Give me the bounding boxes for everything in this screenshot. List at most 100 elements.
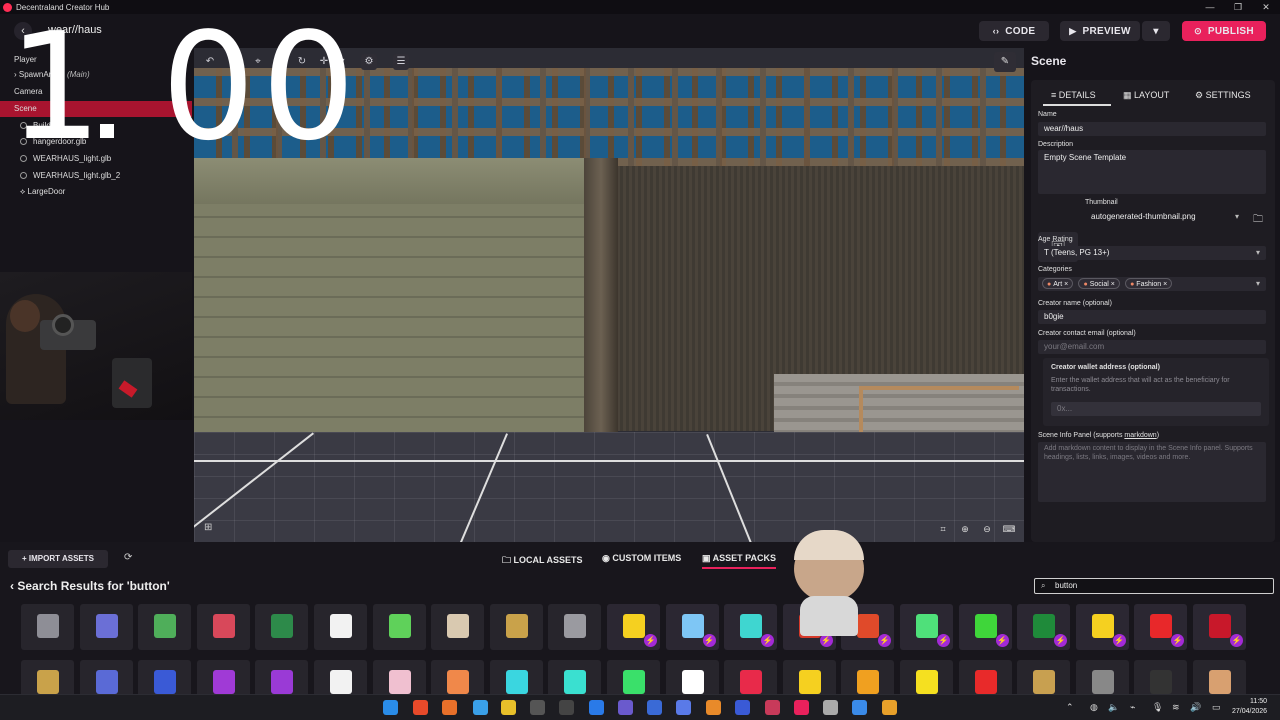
tab-local-assets[interactable]: 🗀 LOCAL ASSETS [502,553,583,569]
creator-name-field[interactable]: b0gie [1038,310,1266,324]
asset-tile[interactable]: ⚡ [724,604,778,650]
brave-icon[interactable] [413,700,428,715]
code-label: CODE [1005,25,1036,37]
tab-details[interactable]: ≡ DETAILS [1043,86,1111,106]
description-field[interactable]: Empty Scene Template [1038,150,1266,194]
taskbar-clock[interactable]: 11:50 27/04/2026 [1232,697,1267,717]
code-button[interactable]: ‹› CODE [979,21,1049,41]
chevron-down-icon: ▾ [1255,279,1260,288]
import-assets-button[interactable]: + IMPORT ASSETS [8,550,108,568]
focus-icon[interactable]: ⌗ [936,522,950,536]
zoom-in-icon[interactable]: ⊕ [958,522,972,536]
asset-tile[interactable] [255,604,309,650]
viewport-bottom-tools: ⌗ ⊕ ⊖ ⌨ [936,522,1016,536]
vscode-icon[interactable] [589,700,604,715]
preview-button[interactable]: ▶ PREVIEW [1060,21,1140,41]
asset-tile[interactable]: ⚡ [1134,604,1188,650]
network-icon[interactable]: ⌁ [1130,702,1135,713]
thumbnail-select[interactable]: autogenerated-thumbnail.png ▾ [1085,210,1245,224]
tab-custom-items[interactable]: ◉ CUSTOM ITEMS [602,553,681,569]
asset-thumbnail [1091,670,1114,694]
wallet-section: Creator wallet address (optional) Enter … [1043,358,1269,426]
category-chip-fashion[interactable]: ● Fashion × [1125,278,1173,289]
asset-search-input[interactable]: ⌕ button [1034,578,1274,594]
volume-icon[interactable]: 🔊 [1190,702,1201,713]
asset-thumbnail [1209,614,1231,638]
gear-icon[interactable]: ⚙ [361,54,377,70]
app-icon[interactable] [852,700,867,715]
asset-tile[interactable]: ⚡ [1075,604,1129,650]
asset-thumbnail [505,670,528,694]
asset-thumbnail [740,614,763,638]
people-icon: ● [1083,281,1088,288]
sliders-icon[interactable]: ☰ [393,54,409,70]
start-icon[interactable] [383,700,398,715]
asset-tile[interactable] [79,604,133,650]
markdown-link[interactable]: markdown [1124,432,1156,439]
asset-tile[interactable] [196,604,250,650]
refresh-icon[interactable]: ⟳ [124,552,132,563]
app-icon[interactable] [823,700,838,715]
asset-tile[interactable]: ⚡ [607,604,660,650]
pack-icon: ▣ [702,553,713,563]
grid-icon[interactable]: ⊞ [204,522,216,534]
age-rating-select[interactable]: T (Teens, PG 13+) ▾ [1038,246,1266,260]
blender-icon[interactable] [706,700,721,715]
edit-pencil-button[interactable]: ✎ [994,52,1016,72]
asset-tile[interactable] [138,604,192,650]
smart-item-icon: ⚡ [644,634,657,647]
tree-item-largedoor[interactable]: ⟡ LargeDoor [20,184,65,200]
tab-asset-packs[interactable]: ▣ ASSET PACKS [702,553,777,569]
preview-options-button[interactable]: ▾ [1142,21,1170,41]
creator-email-field[interactable]: your@email.com [1038,340,1266,354]
vscode-blue-icon[interactable] [473,700,488,715]
app-icon[interactable] [618,700,633,715]
console-icon[interactable] [559,700,574,715]
info-panel-field[interactable]: Add markdown content to display in the S… [1038,442,1266,502]
asset-tile[interactable]: ⚡ [958,604,1012,650]
webcam-lens [52,314,74,336]
asset-tile[interactable]: ⚡ [1193,604,1246,650]
wallet-field[interactable]: 0x... [1051,402,1261,416]
close-button[interactable]: ✕ [1252,0,1280,14]
asset-thumbnail [271,670,294,694]
battery-icon[interactable]: ▭ [1212,702,1221,713]
asset-tile[interactable]: ⚡ [1017,604,1071,650]
tray-app-icon[interactable]: ◍ [1090,702,1098,713]
categories-select[interactable]: ● Art × ● Social × ● Fashion × ▾ [1038,277,1266,291]
asset-tile[interactable] [21,604,74,650]
maximize-button[interactable]: ❐ [1224,0,1252,14]
asset-tile[interactable]: ⚡ [900,604,953,650]
keyboard-icon[interactable]: ⌨ [1002,522,1016,536]
wifi-icon[interactable]: ≋ [1172,702,1180,713]
app-icon[interactable] [735,700,750,715]
tray-chevron-icon[interactable]: ⌃ [1066,702,1074,713]
asset-tile[interactable]: ⚡ [665,604,719,650]
name-field[interactable]: wear//haus [1038,122,1266,136]
category-chip-art[interactable]: ● Art × [1042,278,1074,289]
asset-tile[interactable] [489,604,543,650]
asset-tile[interactable] [431,604,485,650]
asset-thumbnail [388,670,411,694]
asset-tile[interactable] [372,604,426,650]
discord-icon[interactable] [676,700,691,715]
chrome-icon[interactable] [882,700,897,715]
mic-icon[interactable]: 🎙 [1152,702,1163,713]
tab-layout[interactable]: ▦ LAYOUT [1123,86,1169,106]
category-chip-social[interactable]: ● Social × [1078,278,1120,289]
file-explorer-icon[interactable] [501,700,516,715]
folder-icon[interactable]: 🗀 [1253,212,1263,229]
minimize-button[interactable]: — [1196,0,1224,14]
zoom-out-icon[interactable]: ⊖ [980,522,994,536]
asset-tile[interactable] [548,604,602,650]
creator-hub-icon[interactable] [794,700,809,715]
terminal-icon[interactable] [530,700,545,715]
publish-button[interactable]: ⊙ PUBLISH [1182,21,1266,41]
speaker-icon[interactable]: 🔈 [1108,702,1119,713]
app-icon[interactable] [647,700,662,715]
app-icon[interactable] [765,700,780,715]
asset-tile[interactable] [314,604,367,650]
tab-settings[interactable]: ⚙ SETTINGS [1195,86,1251,106]
app-root: Decentraland Creator Hub — ❐ ✕ ‹ wear//h… [0,0,1280,720]
search-app-icon[interactable] [442,700,457,715]
